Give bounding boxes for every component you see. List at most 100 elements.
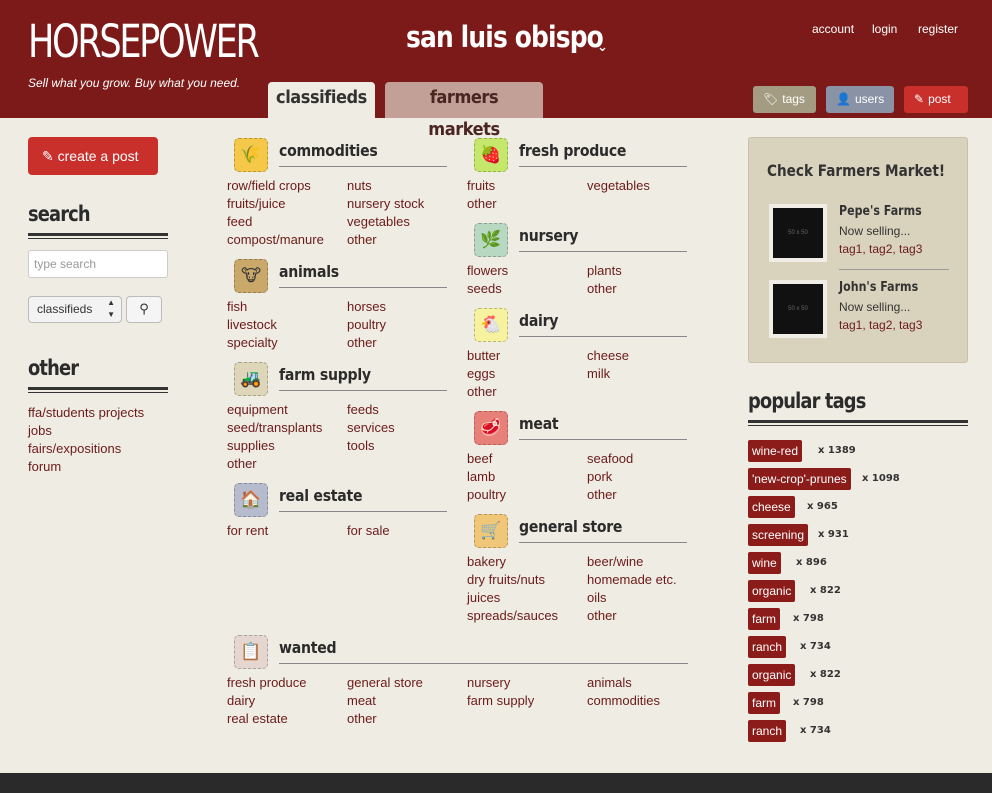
category-link[interactable]: plants bbox=[587, 263, 622, 278]
search-input[interactable]: type search bbox=[28, 250, 168, 278]
farm-tags[interactable]: tag1, tag2, tag3 bbox=[839, 318, 922, 332]
tag-pill[interactable]: wine bbox=[748, 552, 781, 574]
category-title[interactable]: dairy bbox=[519, 311, 558, 330]
category-link[interactable]: eggs bbox=[467, 366, 495, 381]
category-link[interactable]: nursery bbox=[467, 675, 510, 690]
category-link[interactable]: pork bbox=[587, 469, 612, 484]
category-link[interactable]: for sale bbox=[347, 523, 390, 538]
category-link[interactable]: row/field crops bbox=[227, 178, 311, 193]
category-link[interactable]: vegetables bbox=[347, 214, 410, 229]
search-button[interactable]: ⚲ bbox=[126, 296, 162, 323]
users-button[interactable]: 👤 users bbox=[826, 86, 894, 113]
category-link[interactable]: other bbox=[587, 281, 617, 296]
create-post-button[interactable]: ✎ create a post bbox=[28, 137, 158, 175]
category-link[interactable]: other bbox=[587, 608, 617, 623]
category-link[interactable]: milk bbox=[587, 366, 610, 381]
category-title[interactable]: farm supply bbox=[279, 365, 371, 384]
category-link[interactable]: nursery stock bbox=[347, 196, 424, 211]
tag-pill[interactable]: screening bbox=[748, 524, 809, 546]
farm-thumbnail[interactable]: 50 x 50 bbox=[769, 280, 827, 338]
category-link[interactable]: fresh produce bbox=[227, 675, 307, 690]
category-title[interactable]: real estate bbox=[279, 486, 363, 505]
category-link[interactable]: livestock bbox=[227, 317, 277, 332]
category-link[interactable]: meat bbox=[347, 693, 376, 708]
category-link[interactable]: poultry bbox=[347, 317, 386, 332]
category-link[interactable]: dairy bbox=[227, 693, 255, 708]
category-title[interactable]: general store bbox=[519, 517, 622, 536]
category-select[interactable]: classifieds ▲ ▼ bbox=[28, 296, 122, 323]
category-link[interactable]: other bbox=[347, 335, 377, 350]
farm-tags[interactable]: tag1, tag2, tag3 bbox=[839, 242, 922, 256]
login-link[interactable]: login bbox=[872, 22, 897, 36]
tag-pill[interactable]: wine-red bbox=[748, 440, 803, 462]
category-title[interactable]: animals bbox=[279, 262, 339, 281]
tag-pill[interactable]: organic bbox=[748, 580, 796, 602]
chevron-down-icon[interactable]: ⌄ bbox=[597, 40, 608, 55]
tag-pill[interactable]: farm bbox=[748, 608, 780, 630]
category-link[interactable]: beer/wine bbox=[587, 554, 643, 569]
category-link[interactable]: other bbox=[587, 487, 617, 502]
category-link[interactable]: feeds bbox=[347, 402, 379, 417]
tag-pill[interactable]: organic bbox=[748, 664, 796, 686]
category-link[interactable]: seeds bbox=[467, 281, 502, 296]
category-link[interactable]: tools bbox=[347, 438, 374, 453]
category-link[interactable]: other bbox=[467, 384, 497, 399]
category-link[interactable]: other bbox=[347, 711, 377, 726]
category-link[interactable]: other bbox=[347, 232, 377, 247]
category-link[interactable]: nuts bbox=[347, 178, 372, 193]
category-link[interactable]: fish bbox=[227, 299, 247, 314]
category-link[interactable]: dry fruits/nuts bbox=[467, 572, 545, 587]
category-link[interactable]: farm supply bbox=[467, 693, 534, 708]
other-link[interactable]: forum bbox=[28, 459, 61, 474]
category-link[interactable]: horses bbox=[347, 299, 386, 314]
farm-name[interactable]: John's Farms bbox=[839, 280, 918, 295]
category-title[interactable]: meat bbox=[519, 414, 559, 433]
category-link[interactable]: lamb bbox=[467, 469, 495, 484]
category-link[interactable]: animals bbox=[587, 675, 632, 690]
category-link[interactable]: flowers bbox=[467, 263, 508, 278]
category-link[interactable]: real estate bbox=[227, 711, 288, 726]
register-link[interactable]: register bbox=[918, 22, 958, 36]
category-title[interactable]: commodities bbox=[279, 141, 378, 160]
category-link[interactable]: general store bbox=[347, 675, 423, 690]
category-link[interactable]: feed bbox=[227, 214, 252, 229]
category-title[interactable]: fresh produce bbox=[519, 141, 626, 160]
other-link[interactable]: fairs/expositions bbox=[28, 441, 121, 456]
category-link[interactable]: compost/manure bbox=[227, 232, 324, 247]
category-link[interactable]: oils bbox=[587, 590, 607, 605]
category-title[interactable]: nursery bbox=[519, 226, 578, 245]
tag-pill[interactable]: 'new-crop'-prunes bbox=[748, 468, 851, 490]
tag-pill[interactable]: cheese bbox=[748, 496, 795, 518]
tab-classifieds[interactable]: classifieds bbox=[268, 82, 375, 118]
category-link[interactable]: equipment bbox=[227, 402, 288, 417]
category-link[interactable]: homemade etc. bbox=[587, 572, 677, 587]
category-link[interactable]: butter bbox=[467, 348, 500, 363]
farm-name[interactable]: Pepe's Farms bbox=[839, 204, 922, 219]
category-link[interactable]: juices bbox=[467, 590, 500, 605]
category-link[interactable]: vegetables bbox=[587, 178, 650, 193]
category-link[interactable]: cheese bbox=[587, 348, 629, 363]
category-link[interactable]: seafood bbox=[587, 451, 633, 466]
city-selector[interactable]: san luis obispo bbox=[406, 20, 604, 54]
other-link[interactable]: jobs bbox=[28, 423, 52, 438]
tag-pill[interactable]: ranch bbox=[748, 636, 787, 658]
category-link[interactable]: other bbox=[467, 196, 497, 211]
category-title[interactable]: wanted bbox=[279, 638, 337, 657]
tab-farmers-markets[interactable]: farmers markets bbox=[385, 82, 543, 140]
category-link[interactable]: commodities bbox=[587, 693, 660, 708]
farm-thumbnail[interactable]: 50 x 50 bbox=[769, 204, 827, 262]
category-link[interactable]: bakery bbox=[467, 554, 506, 569]
category-link[interactable]: fruits/juice bbox=[227, 196, 286, 211]
post-button[interactable]: ✎ post bbox=[904, 86, 968, 113]
account-link[interactable]: account bbox=[812, 22, 854, 36]
category-link[interactable]: spreads/sauces bbox=[467, 608, 558, 623]
category-link[interactable]: fruits bbox=[467, 178, 495, 193]
site-logo[interactable]: HORSEPOWER bbox=[28, 16, 260, 68]
other-link[interactable]: ffa/students projects bbox=[28, 405, 144, 420]
tag-pill[interactable]: farm bbox=[748, 692, 780, 714]
category-link[interactable]: poultry bbox=[467, 487, 506, 502]
category-link[interactable]: other bbox=[227, 456, 257, 471]
category-link[interactable]: for rent bbox=[227, 523, 268, 538]
category-link[interactable]: services bbox=[347, 420, 395, 435]
tag-pill[interactable]: ranch bbox=[748, 720, 787, 742]
